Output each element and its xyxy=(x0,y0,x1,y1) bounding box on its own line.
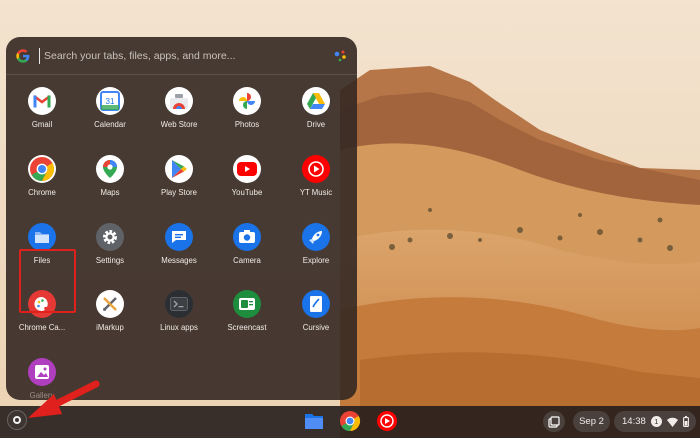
launcher-search-bar[interactable] xyxy=(6,37,357,75)
youtube-icon xyxy=(233,155,261,183)
cursive-icon xyxy=(302,290,330,318)
app-web-store[interactable]: Web Store xyxy=(146,87,212,149)
app-gmail[interactable]: Gmail xyxy=(9,87,75,149)
phone-hub-button[interactable] xyxy=(543,411,565,432)
app-linux-apps[interactable]: Linux apps xyxy=(146,290,212,352)
app-photos[interactable]: Photos xyxy=(214,87,280,149)
app-label: YouTube xyxy=(231,188,263,197)
notification-count-badge: 1 xyxy=(650,416,662,427)
chrome-icon xyxy=(28,155,56,183)
app-label: Screencast xyxy=(227,323,267,332)
gmail-icon xyxy=(28,87,56,115)
app-screencast[interactable]: Screencast xyxy=(214,290,280,352)
app-label: Maps xyxy=(100,188,120,197)
app-youtube[interactable]: YouTube xyxy=(214,155,280,217)
shelf-chrome-icon[interactable] xyxy=(339,410,361,432)
app-yt-music[interactable]: YT Music xyxy=(283,155,349,217)
app-label: Chrome xyxy=(28,188,56,197)
app-messages[interactable]: Messages xyxy=(146,223,212,285)
app-imarkup[interactable]: iMarkup xyxy=(77,290,143,352)
date-tray[interactable]: Sep 2 xyxy=(573,411,610,432)
screencast-icon xyxy=(233,290,261,318)
app-label: Settings xyxy=(95,256,125,265)
app-chrome[interactable]: Chrome xyxy=(9,155,75,217)
app-label: Drive xyxy=(306,120,326,129)
shelf-files-icon[interactable] xyxy=(303,410,325,432)
photos-icon xyxy=(233,87,261,115)
app-label: Linux apps xyxy=(160,323,198,332)
calendar-icon: 31 xyxy=(96,87,124,115)
phone-hub-icon xyxy=(548,415,560,428)
app-label: Cursive xyxy=(302,323,330,332)
search-divider xyxy=(6,74,357,75)
status-tray[interactable]: 14:38 1 xyxy=(614,411,696,432)
app-drive[interactable]: Drive xyxy=(283,87,349,149)
annotation-arrow-icon xyxy=(28,380,100,418)
app-settings[interactable]: Settings xyxy=(77,223,143,285)
app-label: Explore xyxy=(302,256,330,265)
messages-icon xyxy=(165,223,193,251)
battery-icon xyxy=(682,416,689,427)
app-label: Chrome Ca... xyxy=(18,323,66,332)
linux-apps-icon xyxy=(165,290,193,318)
imarkup-icon xyxy=(96,290,124,318)
app-label: Photos xyxy=(234,120,260,129)
app-label: Web Store xyxy=(160,120,198,129)
app-label: Play Store xyxy=(161,188,197,197)
text-caret xyxy=(39,48,40,64)
app-label: Calendar xyxy=(94,120,126,129)
files-icon xyxy=(28,223,56,251)
explore-icon xyxy=(302,223,330,251)
app-label: Camera xyxy=(233,256,261,265)
google-icon xyxy=(16,49,30,63)
play-store-icon xyxy=(165,155,193,183)
app-explore[interactable]: Explore xyxy=(283,223,349,285)
app-cursive[interactable]: Cursive xyxy=(283,290,349,352)
web-store-icon xyxy=(165,87,193,115)
shelf-yt-music-icon[interactable] xyxy=(376,410,398,432)
app-label: YT Music xyxy=(299,188,333,197)
calendar-day: 31 xyxy=(106,97,115,106)
app-camera[interactable]: Camera xyxy=(214,223,280,285)
app-play-store[interactable]: Play Store xyxy=(146,155,212,217)
google-assistant-icon[interactable] xyxy=(332,48,348,64)
maps-icon xyxy=(96,155,124,183)
settings-icon xyxy=(96,223,124,251)
app-label: Gmail xyxy=(31,120,53,129)
app-calendar[interactable]: 31 Calendar xyxy=(77,87,143,149)
time-text: 14:38 xyxy=(622,416,646,427)
drive-icon xyxy=(302,87,330,115)
date-text: Sep 2 xyxy=(579,416,604,427)
highlight-box xyxy=(19,249,76,313)
app-maps[interactable]: Maps xyxy=(77,155,143,217)
app-label: Messages xyxy=(161,256,197,265)
wifi-icon xyxy=(666,417,678,427)
camera-icon xyxy=(233,223,261,251)
app-launcher: Gmail 31 Calendar Web Store Photos Drive… xyxy=(6,37,357,400)
app-label: iMarkup xyxy=(96,323,124,332)
yt-music-icon xyxy=(302,155,330,183)
launcher-search-input[interactable] xyxy=(44,46,304,66)
